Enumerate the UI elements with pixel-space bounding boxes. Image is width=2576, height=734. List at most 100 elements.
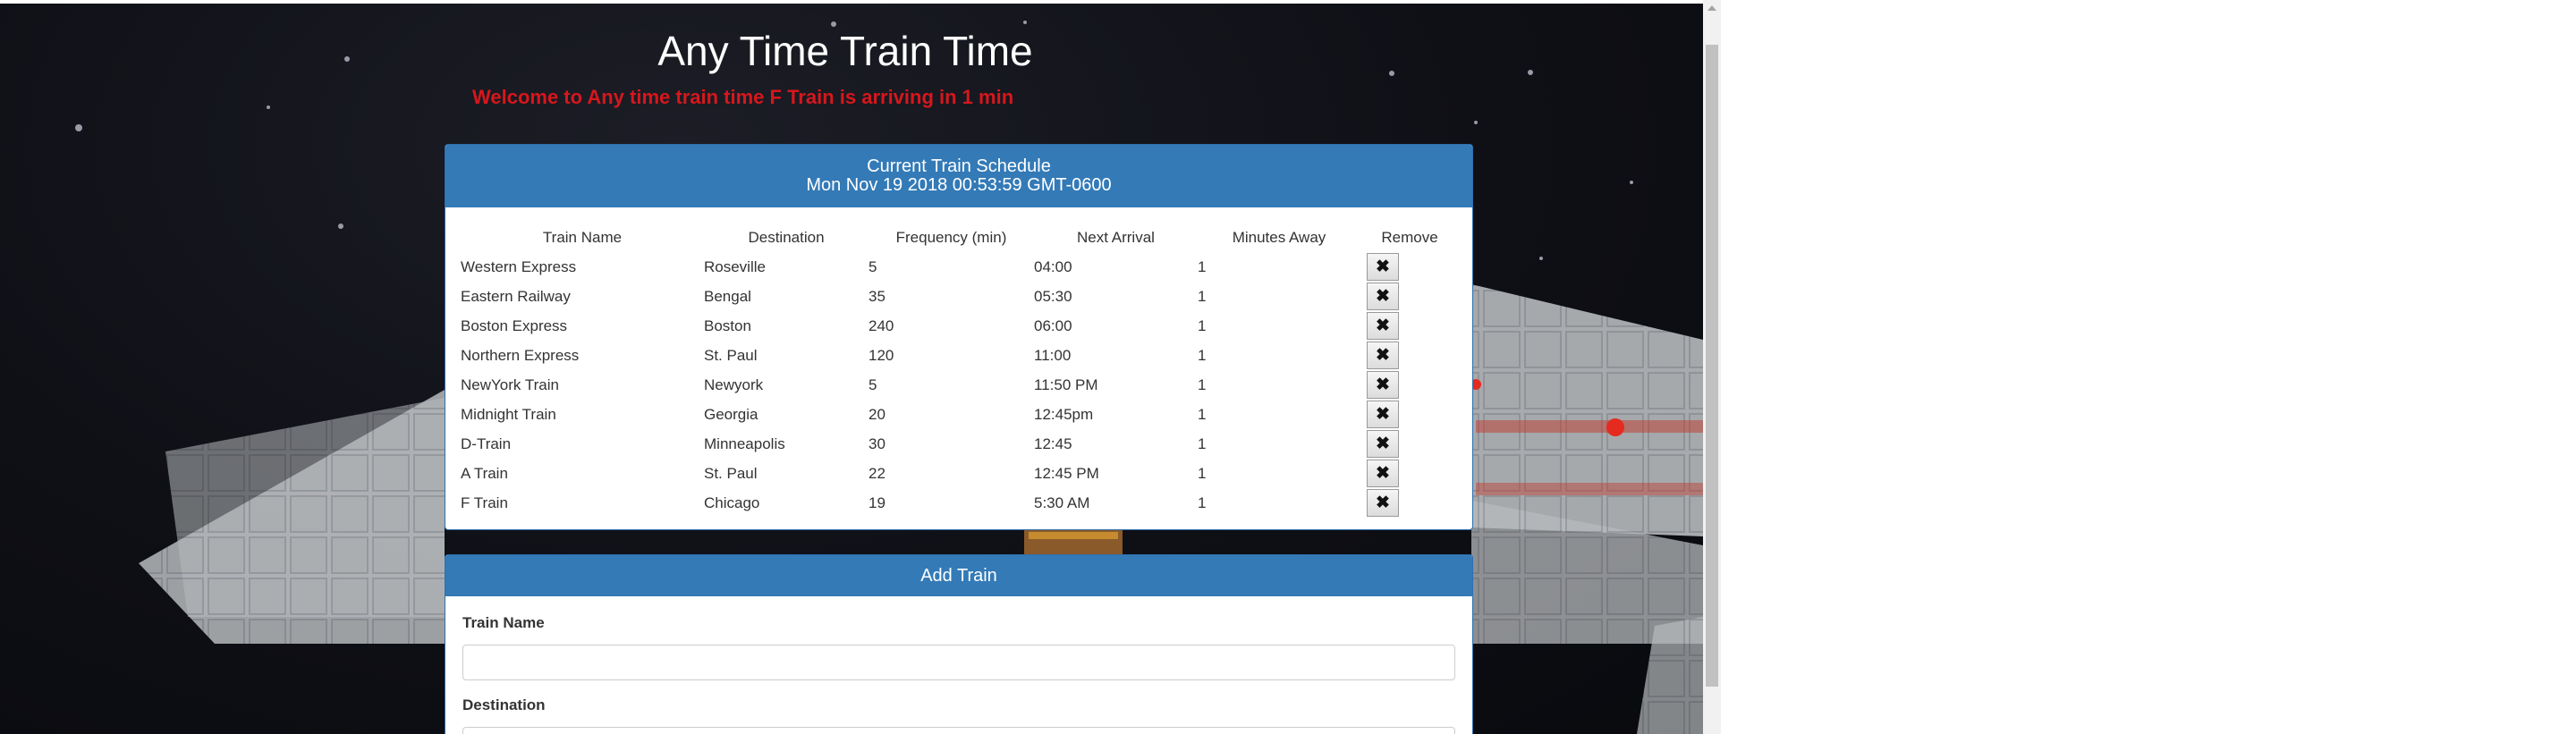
next-arrival-cell: 05:30: [1034, 287, 1072, 305]
table-row: D-Train Minneapolis 30 12:45 1 ✖: [461, 429, 1459, 459]
remove-cell: ✖: [1360, 252, 1459, 282]
destination-cell: Chicago: [704, 494, 760, 511]
destination-cell: Roseville: [704, 257, 766, 275]
remove-train-button[interactable]: ✖: [1367, 312, 1399, 340]
minutes-away-cell: 1: [1198, 316, 1207, 334]
destination-cell: St. Paul: [704, 346, 758, 364]
minutes-away-cell: 1: [1198, 464, 1207, 482]
schedule-panel-heading: Current Train Schedule Mon Nov 19 2018 0…: [445, 145, 1472, 207]
close-x-icon: ✖: [1376, 375, 1390, 394]
next-arrival-cell: 06:00: [1034, 316, 1072, 334]
close-x-icon: ✖: [1376, 287, 1390, 306]
train-name-cell: D-Train: [461, 434, 512, 452]
column-header-frequency: Frequency (min): [895, 229, 1007, 246]
schedule-timestamp: Mon Nov 19 2018 00:53:59 GMT-0600: [806, 175, 1112, 195]
table-row: Northern Express St. Paul 120 11:00 1 ✖: [461, 341, 1459, 370]
remove-train-button[interactable]: ✖: [1367, 253, 1399, 281]
remove-train-button[interactable]: ✖: [1367, 371, 1399, 399]
close-x-icon: ✖: [1376, 434, 1390, 453]
remove-cell: ✖: [1360, 311, 1459, 341]
destination-cell: Bengal: [704, 287, 751, 305]
remove-cell: ✖: [1360, 459, 1459, 488]
frequency-cell: 5: [869, 257, 877, 275]
train-name-label: Train Name: [462, 614, 545, 631]
table-row: Midnight Train Georgia 20 12:45pm 1 ✖: [461, 400, 1459, 429]
frequency-cell: 240: [869, 316, 894, 334]
table-row: Boston Express Boston 240 06:00 1 ✖: [461, 311, 1459, 341]
minutes-away-cell: 1: [1198, 375, 1207, 393]
remove-train-button[interactable]: ✖: [1367, 430, 1399, 458]
close-x-icon: ✖: [1376, 405, 1390, 424]
minutes-away-cell: 1: [1198, 346, 1207, 364]
destination-cell: Minneapolis: [704, 434, 785, 452]
next-arrival-cell: 11:50 PM: [1034, 375, 1098, 393]
table-row: Western Express Roseville 5 04:00 1 ✖: [461, 252, 1459, 282]
frequency-cell: 35: [869, 287, 886, 305]
minutes-away-cell: 1: [1198, 257, 1207, 275]
train-name-cell: Midnight Train: [461, 405, 556, 423]
add-train-heading: Add Train: [445, 555, 1472, 596]
page-viewport: Any Time Train Time Welcome to Any time …: [0, 0, 1703, 734]
remove-cell: ✖: [1360, 429, 1459, 459]
table-row: NewYork Train Newyork 5 11:50 PM 1 ✖: [461, 370, 1459, 400]
schedule-heading-title: Current Train Schedule: [867, 156, 1051, 176]
remove-cell: ✖: [1360, 488, 1459, 518]
scrollbar-thumb[interactable]: [1706, 45, 1718, 687]
minutes-away-cell: 1: [1198, 287, 1207, 305]
column-header-remove: Remove: [1381, 229, 1438, 246]
glass-platform-left-lower: [165, 398, 445, 617]
remove-cell: ✖: [1360, 282, 1459, 311]
close-x-icon: ✖: [1376, 494, 1390, 512]
frequency-cell: 30: [869, 434, 886, 452]
destination-cell: Boston: [704, 316, 751, 334]
train-schedule-panel: Current Train Schedule Mon Nov 19 2018 0…: [445, 144, 1473, 530]
remove-train-button[interactable]: ✖: [1367, 283, 1399, 310]
train-name-cell: Western Express: [461, 257, 577, 275]
close-x-icon: ✖: [1376, 316, 1390, 335]
column-header-minutes-away: Minutes Away: [1232, 229, 1326, 246]
vertical-scrollbar[interactable]: [1703, 0, 1721, 734]
destination-cell: St. Paul: [704, 464, 758, 482]
schedule-rows: Western Express Roseville 5 04:00 1 ✖ Eastern …: [461, 252, 1459, 518]
remove-train-button[interactable]: ✖: [1367, 401, 1399, 428]
column-header-next-arrival: Next Arrival: [1077, 229, 1155, 246]
close-x-icon: ✖: [1376, 464, 1390, 483]
table-header-row: Train Name Destination Frequency (min) N…: [461, 224, 1459, 252]
add-train-panel: Add Train Train Name Destination: [445, 554, 1473, 734]
remove-cell: ✖: [1360, 370, 1459, 400]
remove-train-button[interactable]: ✖: [1367, 342, 1399, 369]
frequency-cell: 120: [869, 346, 894, 364]
next-arrival-cell: 12:45pm: [1034, 405, 1094, 423]
remove-train-button[interactable]: ✖: [1367, 489, 1399, 517]
frequency-cell: 5: [869, 375, 877, 393]
next-arrival-cell: 12:45: [1034, 434, 1072, 452]
train-name-cell: Eastern Railway: [461, 287, 571, 305]
train-name-cell: Boston Express: [461, 316, 568, 334]
next-arrival-cell: 11:00: [1034, 346, 1072, 364]
destination-cell: Newyork: [704, 375, 764, 393]
remove-cell: ✖: [1360, 341, 1459, 370]
minutes-away-cell: 1: [1198, 494, 1207, 511]
next-arrival-cell: 12:45 PM: [1034, 464, 1099, 482]
train-name-cell: F Train: [461, 494, 508, 511]
frequency-cell: 22: [869, 464, 886, 482]
destination-input[interactable]: [462, 727, 1455, 734]
table-row: F Train Chicago 19 5:30 AM 1 ✖: [461, 488, 1459, 518]
train-name-input[interactable]: [462, 645, 1455, 680]
welcome-message: Welcome to Any time train time F Train i…: [472, 86, 1014, 108]
minutes-away-cell: 1: [1198, 434, 1207, 452]
close-x-icon: ✖: [1376, 257, 1390, 276]
close-x-icon: ✖: [1376, 346, 1390, 365]
glass-platform-right: [1471, 284, 1703, 536]
train-schedule-table: Train Name Destination Frequency (min) N…: [461, 224, 1459, 518]
destination-cell: Georgia: [704, 405, 758, 423]
scroll-up-arrow-icon[interactable]: [1707, 5, 1716, 11]
frequency-cell: 20: [869, 405, 886, 423]
page-title: Any Time Train Time: [657, 28, 1033, 74]
next-arrival-cell: 04:00: [1034, 257, 1072, 275]
remove-train-button[interactable]: ✖: [1367, 460, 1399, 487]
minutes-away-cell: 1: [1198, 405, 1207, 423]
table-row: A Train St. Paul 22 12:45 PM 1 ✖: [461, 459, 1459, 488]
table-row: Eastern Railway Bengal 35 05:30 1 ✖: [461, 282, 1459, 311]
column-header-train-name: Train Name: [542, 229, 623, 246]
